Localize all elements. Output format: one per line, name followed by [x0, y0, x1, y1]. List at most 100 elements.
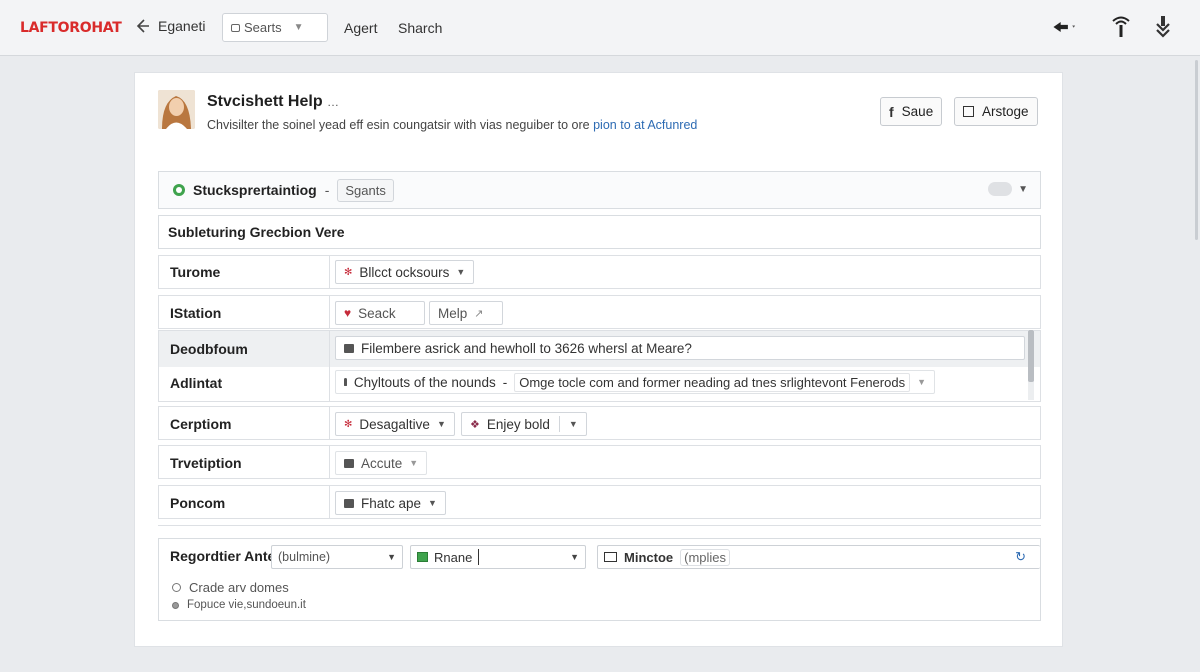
- back-nav[interactable]: Eganeti: [134, 17, 205, 35]
- refresh-icon[interactable]: ↻: [1015, 549, 1026, 565]
- row-dropdown[interactable]: ✻ Bllcct ocksours ▼: [335, 260, 475, 284]
- footer-select-name[interactable]: Rnane ▼: [410, 545, 586, 569]
- table-scrollbar-thumb[interactable]: [1028, 330, 1034, 382]
- back-arrow-icon: [136, 19, 149, 33]
- top-bar: LAFTOROHAT Eganeti Searts ▼ Agert Sharch: [0, 0, 1200, 56]
- page-subtitle: Chvisilter the soinel yead eff esin coun…: [207, 118, 697, 132]
- pen-icon: ↗: [474, 307, 484, 320]
- search-icon: [231, 23, 240, 32]
- form-row: Cerptiom ✻ Desagaltive ▼ ❖ Enjey bold ▼: [158, 406, 1041, 440]
- help-field[interactable]: Melp ↗: [429, 301, 503, 325]
- page-title-suffix: …: [327, 95, 340, 109]
- chevron-down-icon: ▼: [409, 458, 419, 468]
- chevron-down-icon: ▼: [456, 267, 466, 277]
- dropdown-value: Enjey bold: [486, 416, 550, 432]
- cloud-icon: [988, 182, 1013, 196]
- arstoge-button[interactable]: Arstoge: [954, 97, 1038, 126]
- row-dropdown[interactable]: Fhatc ape ▼: [335, 491, 446, 515]
- row-divider: [329, 446, 330, 478]
- chevron-down-icon: ▼: [917, 377, 926, 387]
- chevron-down-icon: ▼: [293, 22, 304, 33]
- chevron-down-icon: ▼: [568, 419, 578, 429]
- check-circle-icon: [173, 184, 185, 196]
- search-dropdown[interactable]: Searts ▼: [222, 13, 328, 42]
- footer-select[interactable]: (bulmine) ▼: [271, 545, 403, 569]
- subsection-title: Subleturing Grecbion Vere: [158, 215, 1041, 249]
- dropdown-value: Accute: [361, 455, 403, 471]
- facebook-icon: f: [889, 103, 894, 120]
- footer-minctoe-field[interactable]: Minctoe (mplies ↻: [597, 545, 1040, 569]
- chevron-down-icon: ▼: [570, 552, 579, 562]
- search-field[interactable]: ♥ Seack: [335, 301, 425, 325]
- download-button[interactable]: [1150, 14, 1176, 40]
- section-tools[interactable]: ▼: [988, 182, 1028, 196]
- footer-select-value: (bulmine): [278, 550, 331, 564]
- footer-option-label: Crade arv domes: [189, 580, 289, 595]
- chevron-down-icon: ▼: [428, 498, 437, 508]
- antenna-icon: [1112, 16, 1130, 37]
- form-row: Turome ✻ Bllcct ocksours ▼: [158, 255, 1041, 289]
- app-logo[interactable]: LAFTOROHAT: [20, 20, 122, 36]
- divider: [158, 525, 1041, 526]
- back-nav-label: Eganeti: [158, 18, 206, 34]
- search-field-value: Seack: [358, 305, 396, 321]
- footer-label-text: Regordtier Ante: [170, 548, 276, 564]
- text-cursor: [478, 549, 480, 565]
- radio-icon: [172, 601, 179, 609]
- row-dropdown-long[interactable]: Chyltouts of the nounds - Omge tocle com…: [335, 370, 935, 394]
- mail-icon: [604, 552, 617, 562]
- row-text-field[interactable]: Filembere asrick and hewholl to 3626 whe…: [335, 336, 1025, 360]
- footer-option[interactable]: Crade arv domes: [172, 580, 289, 595]
- section-chip[interactable]: Sgants: [337, 178, 394, 202]
- page-scrollbar[interactable]: [1195, 60, 1198, 240]
- dropdown-value: Fhatc ape: [361, 495, 422, 511]
- row-dropdown[interactable]: ✻ Desagaltive ▼: [335, 412, 455, 436]
- row-label: Cerptiom: [170, 416, 232, 432]
- row-text-value: Filembere asrick and hewholl to 3626 whe…: [361, 340, 692, 356]
- footer-option[interactable]: Fopuce vie,sundoeun.it: [172, 599, 306, 611]
- row-label: Trvetiption: [170, 455, 242, 471]
- chevron-down-icon: ▼: [436, 419, 446, 429]
- footer-label: Regordtier Ante: [170, 548, 275, 564]
- page-subtitle-link[interactable]: pion to at Acfunred: [593, 118, 697, 132]
- row-dropdown[interactable]: Accute ▼: [335, 451, 428, 475]
- chevron-down-icon: ▼: [387, 552, 396, 562]
- dropdown-separator: -: [502, 374, 508, 390]
- back-menu[interactable]: [1052, 14, 1078, 40]
- nav-link-sharch[interactable]: Sharch: [398, 20, 442, 36]
- form-row: Poncom Fhatc ape ▼: [158, 485, 1041, 519]
- arstoge-button-label: Arstoge: [982, 104, 1029, 119]
- row-label: Deodbfoum: [170, 341, 248, 357]
- save-button[interactable]: f Saue: [880, 97, 943, 126]
- image-icon: [417, 552, 428, 562]
- checkbox-icon: [963, 106, 974, 117]
- search-value: Searts: [244, 20, 282, 35]
- footer-section: Regordtier Ante (bulmine) ▼ Rnane ▼ Minc…: [158, 538, 1041, 621]
- row-label: IStation: [170, 305, 222, 321]
- section-title: Stucksprertaintiog: [193, 182, 317, 198]
- footer-option-label: Fopuce vie,sundoeun.it: [187, 599, 306, 611]
- row-divider: [329, 486, 330, 518]
- row-divider: [329, 331, 330, 401]
- row-label: Poncom: [170, 495, 226, 511]
- arrow-left-icon: [1053, 21, 1076, 33]
- flower-icon: ✻: [344, 418, 353, 430]
- section-header: Stucksprertaintiog - Sgants ▼: [158, 171, 1041, 209]
- avatar: [158, 90, 195, 129]
- folder-icon: [344, 498, 354, 508]
- antenna-button[interactable]: [1108, 14, 1134, 40]
- footer-select-value: Rnane: [434, 549, 473, 565]
- nav-link-agert[interactable]: Agert: [344, 20, 377, 36]
- row-divider: [329, 407, 330, 439]
- main-panel: Stvcishett Help … Chvisilter the soinel …: [134, 72, 1063, 647]
- row-dropdown[interactable]: ❖ Enjey bold ▼: [461, 412, 587, 436]
- save-button-label: Saue: [901, 104, 934, 119]
- user-photo-icon: [158, 90, 195, 129]
- flower-icon: ✻: [344, 266, 353, 278]
- form-row: IStation ♥ Seack Melp ↗: [158, 295, 1041, 329]
- field-divider: [558, 416, 560, 432]
- row-label: Adlintat: [170, 375, 223, 391]
- download-icon: [1156, 16, 1170, 38]
- page-title: Stvcishett Help …: [207, 93, 339, 111]
- radio-icon: [172, 583, 181, 592]
